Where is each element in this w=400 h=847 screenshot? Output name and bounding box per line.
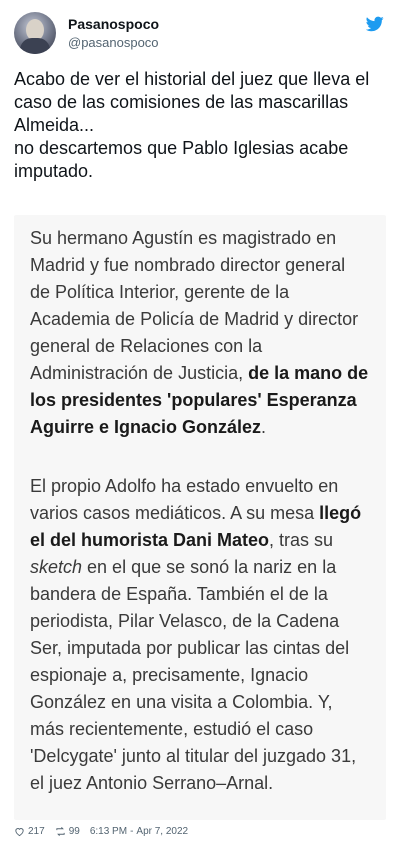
image-text-span: , tras su (269, 530, 334, 550)
tweet-date[interactable]: Apr 7, 2022 (136, 826, 188, 837)
retweet-stat[interactable]: 99 (55, 826, 80, 837)
tweet-time[interactable]: 6:13 PM (90, 826, 127, 837)
author-handle[interactable]: @pasanospoco (68, 35, 159, 50)
tweet-header: Pasanospoco @pasanospoco (14, 10, 386, 56)
like-stat[interactable]: 217 (14, 826, 45, 837)
tweet-text: Acabo de ver el historial del juez que l… (14, 69, 370, 181)
image-text-span: Su hermano Agustín es magistrado en Madr… (30, 228, 359, 383)
tweet-image[interactable]: Su hermano Agustín es magistrado en Madr… (14, 215, 386, 820)
image-text-span: en el que se sonó la nariz en la bandera… (30, 557, 357, 793)
like-count: 217 (28, 825, 45, 837)
retweet-count: 99 (68, 825, 80, 837)
avatar[interactable] (14, 12, 56, 54)
twitter-bird-icon[interactable] (366, 16, 384, 32)
image-paragraph-1: Su hermano Agustín es magistrado en Madr… (14, 225, 386, 441)
retweet-icon (56, 826, 65, 836)
image-paragraph-2: El propio Adolfo ha estado envuelto en v… (14, 473, 386, 797)
tweet-footer: 217 99 6:13 PM - Apr 7, 2022 (14, 822, 386, 840)
image-italic-text: sketch (30, 557, 83, 577)
heart-icon (15, 827, 24, 836)
author-name[interactable]: Pasanospoco (68, 16, 159, 32)
time-date-separator: - (130, 825, 134, 837)
image-text-span: . (261, 417, 267, 437)
avatar-body (20, 38, 50, 54)
image-text-span: El propio Adolfo ha estado envuelto en v… (30, 476, 339, 523)
